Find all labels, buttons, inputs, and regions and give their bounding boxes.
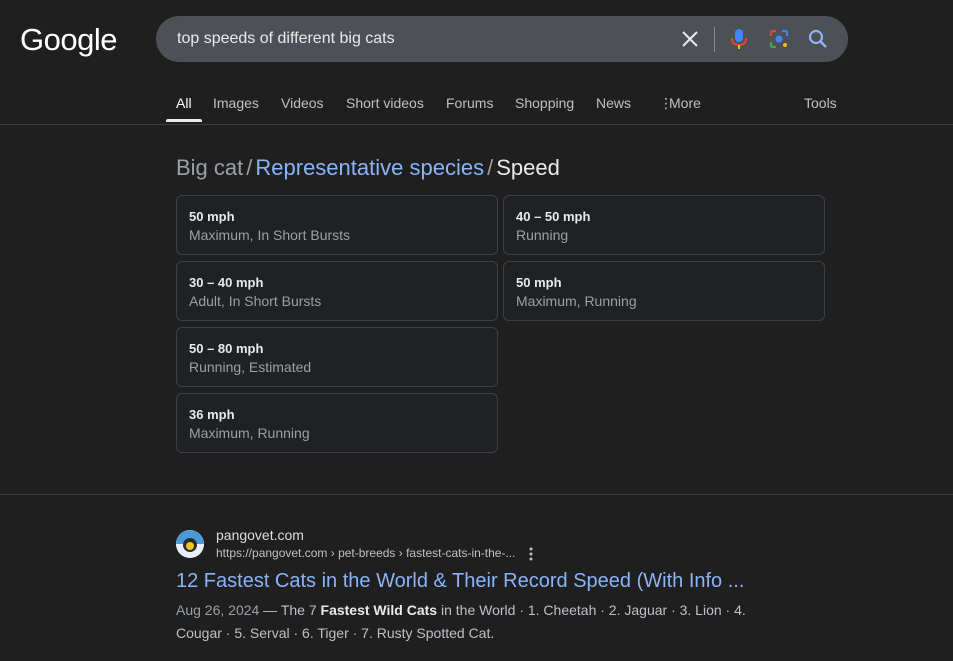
speed-card[interactable]: 50 – 80 mph Running, Estimated [176, 327, 498, 387]
tab-all[interactable]: All [176, 95, 192, 111]
search-input[interactable]: top speeds of different big cats [177, 30, 395, 48]
speed-value: 50 – 80 mph [189, 341, 264, 356]
speed-value: 40 – 50 mph [516, 209, 591, 224]
search-divider [714, 27, 715, 52]
result-date: Aug 26, 2024 [176, 602, 260, 618]
tab-more-label: More [669, 95, 701, 111]
speed-value: 30 – 40 mph [189, 275, 264, 290]
speed-description: Maximum, In Short Bursts [189, 227, 351, 243]
tools-button[interactable]: Tools [804, 95, 837, 111]
result-snippet: Aug 26, 2024 — The 7 Fastest Wild Cats i… [176, 599, 776, 645]
breadcrumb-separator: / [487, 155, 494, 180]
speed-card[interactable]: 36 mph Maximum, Running [176, 393, 498, 453]
site-name[interactable]: pangovet.com [216, 527, 304, 543]
speed-description: Running, Estimated [189, 359, 312, 375]
snippet-highlight: Fastest Wild Cats [320, 602, 438, 618]
speed-value: 50 mph [189, 209, 235, 224]
tab-shopping[interactable]: Shopping [515, 95, 574, 111]
tab-forums[interactable]: Forums [446, 95, 493, 111]
section-divider [0, 494, 953, 495]
lens-icon[interactable] [767, 27, 791, 51]
tab-images[interactable]: Images [213, 95, 259, 111]
speed-description: Running [516, 227, 569, 243]
speed-description: Maximum, Running [516, 293, 637, 309]
breadcrumb-parent[interactable]: Representative species [255, 155, 484, 180]
speed-value: 36 mph [189, 407, 235, 422]
tab-short-videos[interactable]: Short videos [346, 95, 424, 111]
clear-icon[interactable] [678, 27, 702, 51]
more-vert-icon: ⋮ [659, 95, 673, 111]
speed-description: Adult, In Short Bursts [189, 293, 322, 309]
speed-card[interactable]: 30 – 40 mph Adult, In Short Bursts [176, 261, 498, 321]
breadcrumb-separator: / [246, 155, 253, 180]
speed-card[interactable]: 50 mph Maximum, In Short Bursts [176, 195, 498, 255]
result-title-link[interactable]: 12 Fastest Cats in the World & Their Rec… [176, 570, 744, 593]
microphone-icon[interactable] [727, 27, 751, 51]
search-tabs: All Images Videos Short videos Forums Sh… [0, 84, 953, 125]
tab-videos[interactable]: Videos [281, 95, 324, 111]
speed-value: 50 mph [516, 275, 562, 290]
speed-card[interactable]: 50 mph Maximum, Running [503, 261, 825, 321]
search-icon[interactable] [806, 27, 830, 51]
breadcrumb-current: Speed [496, 155, 560, 180]
tab-news[interactable]: News [596, 95, 631, 111]
site-favicon [176, 530, 204, 558]
speed-description: Maximum, Running [189, 425, 310, 441]
breadcrumb-root[interactable]: Big cat [176, 155, 243, 180]
tab-more[interactable]: ⋮More [659, 95, 701, 112]
snippet-text: — The 7 [259, 602, 321, 618]
breadcrumb: Big cat / Representative species / Speed [176, 155, 560, 181]
result-url[interactable]: https://pangovet.com › pet-breeds › fast… [216, 546, 515, 560]
speed-card[interactable]: 40 – 50 mph Running [503, 195, 825, 255]
more-options-icon[interactable] [525, 546, 537, 562]
active-tab-indicator [166, 119, 202, 122]
google-logo[interactable]: Google [20, 22, 117, 58]
search-bar[interactable]: top speeds of different big cats [156, 16, 848, 62]
